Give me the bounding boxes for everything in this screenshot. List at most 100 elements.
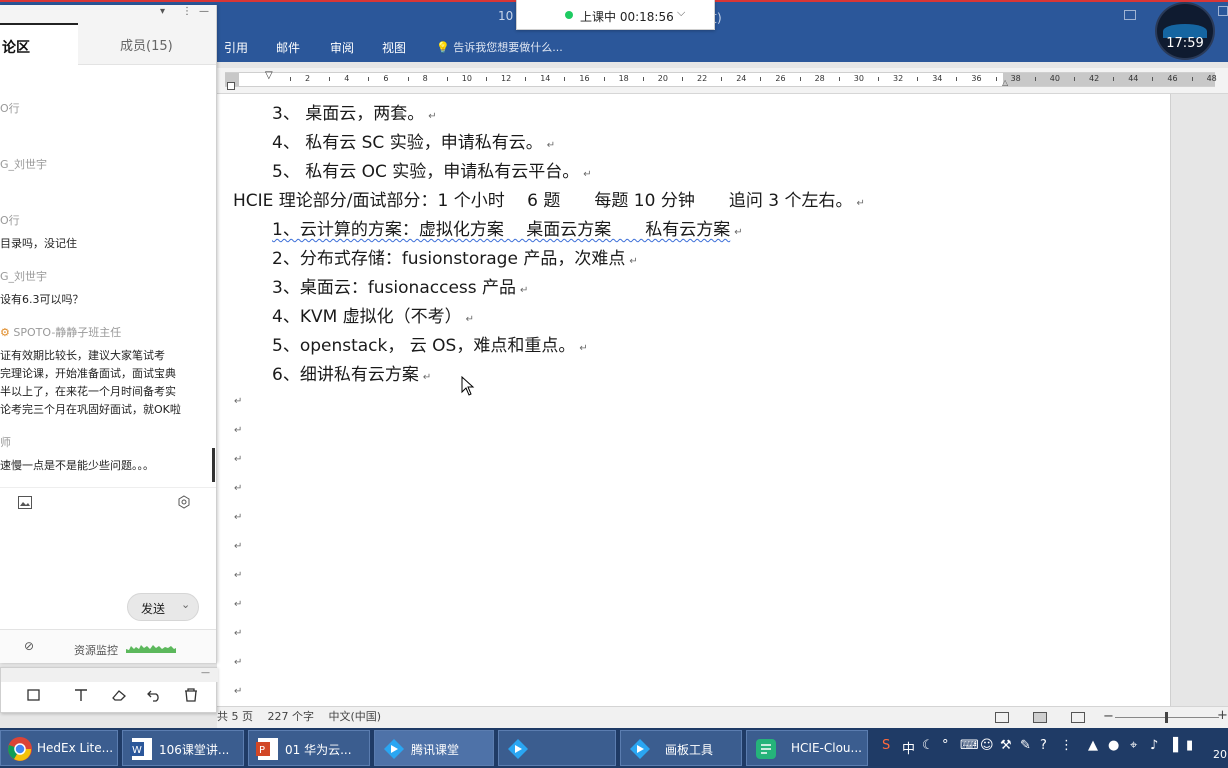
punctuation-icon[interactable]: ° <box>942 738 949 753</box>
resource-monitor-label[interactable]: 资源监控 <box>74 642 118 658</box>
ruler-number: 20 <box>657 74 668 83</box>
ruler-number: 42 <box>1089 74 1100 83</box>
ruler-tick <box>1074 77 1075 81</box>
text-tool-icon[interactable] <box>73 688 89 702</box>
ruler-tick <box>525 77 527 81</box>
settings-icon[interactable] <box>177 495 191 509</box>
ruler-number: 24 <box>736 74 747 83</box>
print-layout-icon[interactable] <box>1033 712 1047 723</box>
left-indent-marker[interactable] <box>227 82 235 90</box>
horizontal-ruler[interactable]: 2 4 6 8 10 12 14 16 18 20 22 24 26 28 30 32 34 36 38 40 42 44… <box>217 68 1228 94</box>
keyboard-icon[interactable]: ⌨ <box>960 738 979 753</box>
tencent-class-icon <box>508 739 528 759</box>
undo-icon[interactable] <box>146 688 162 702</box>
window-restore-icon[interactable] <box>1218 6 1228 16</box>
ruler-tick <box>642 77 644 81</box>
ruler-number: 36 <box>971 74 982 83</box>
status-bar: 共 5 页 227 个字 中文(中国) − + <box>217 706 1228 728</box>
zoom-in-button[interactable]: + <box>1217 708 1228 723</box>
zoom-out-button[interactable]: − <box>1103 709 1114 724</box>
lightbulb-icon: 💡 <box>436 41 450 54</box>
ruler-number: 4 <box>344 74 350 83</box>
taskbar-item-word[interactable]: W 106课堂讲... <box>122 730 244 766</box>
ruler-number: 30 <box>853 74 864 83</box>
web-layout-icon[interactable] <box>1071 712 1085 723</box>
message-sender: ⚙ SPOTO-静静子班主任 <box>0 326 122 339</box>
rectangle-tool-icon[interactable] <box>27 688 43 702</box>
ruler-number: 22 <box>697 74 708 83</box>
tab-references[interactable]: 引用 <box>224 39 248 56</box>
ruler-number: 44 <box>1128 74 1139 83</box>
paragraph-mark: ↵ <box>234 454 243 465</box>
clock-badge: 17:59 <box>1155 2 1215 60</box>
qq-icon[interactable]: ● <box>1108 738 1119 753</box>
ruler-number: 46 <box>1167 74 1178 83</box>
read-mode-icon[interactable] <box>995 712 1009 723</box>
sogou-ime-icon[interactable]: S <box>882 738 890 753</box>
ruler-tick <box>1152 77 1154 81</box>
mic-off-icon[interactable]: ⊘ <box>24 639 34 653</box>
ruler-number: 6 <box>383 74 389 83</box>
tab-view[interactable]: 视图 <box>382 39 406 56</box>
send-button[interactable]: 发送 ⌄ <box>127 593 199 621</box>
ruler-tick <box>838 77 840 81</box>
doc-line: 2、分布式存储：fusionstorage 产品，次难点 ↵ <box>272 249 638 269</box>
right-indent-marker[interactable]: △ <box>1002 78 1008 87</box>
tab-members[interactable]: 成员(15) <box>120 35 173 54</box>
minimize-icon[interactable]: — <box>199 6 209 17</box>
tencent-class-icon <box>384 739 404 759</box>
moon-icon[interactable]: ☾ <box>922 738 934 753</box>
minimize-icon[interactable]: — <box>201 668 210 678</box>
message-scrollbar[interactable] <box>212 448 215 482</box>
taskbar-item-powerpoint[interactable]: P 01 华为云... <box>248 730 370 766</box>
volume-icon[interactable]: ♪ <box>1150 738 1158 753</box>
edit-icon[interactable]: ✎ <box>1020 738 1031 753</box>
taskbar-item-hedex[interactable]: HedEx Lite... <box>0 730 118 766</box>
show-hidden-icons[interactable]: ▲ <box>1088 738 1098 753</box>
tab-mailings[interactable]: 邮件 <box>276 39 300 56</box>
document-page[interactable]: 3、 桌面云，两套。 ↵ 4、 私有云 SC 实验，申请私有云。 ↵ 5、 私有云 … <box>217 94 1171 706</box>
ribbon-display-options-icon[interactable] <box>1124 10 1136 20</box>
eraser-icon[interactable] <box>111 688 127 702</box>
network-icon[interactable]: ⌖ <box>1130 738 1137 753</box>
document-stats: 共 5 页 227 个字 中文(中国) <box>217 710 382 723</box>
doc-line: 4、KVM 虚拟化（不考） ↵ <box>272 307 475 327</box>
vertical-scroll-area[interactable] <box>1172 94 1228 706</box>
signal-icon[interactable]: ▐ <box>1168 738 1178 753</box>
more-icon[interactable]: ⋮ <box>182 6 192 17</box>
pin-icon[interactable]: ▾ <box>160 6 165 17</box>
image-icon[interactable] <box>18 496 32 509</box>
zoom-slider-thumb[interactable] <box>1165 712 1168 723</box>
ruler-tick <box>1034 77 1036 81</box>
taskbar-item-whiteboard[interactable]: 画板工具 <box>620 730 742 766</box>
clock-date-fragment[interactable]: 20 <box>1213 748 1227 761</box>
wrench-icon[interactable]: ⚒ <box>1000 738 1012 753</box>
panel-footer: ⊘ 资源监控 <box>0 629 216 663</box>
chevron-down-icon[interactable]: ⌵ <box>677 6 685 20</box>
clock-time: 17:59 <box>1166 36 1204 51</box>
taskbar-item-tencent-class-2[interactable] <box>498 730 616 766</box>
battery-icon[interactable]: ▮ <box>1186 738 1193 753</box>
ruler-tick <box>682 77 683 81</box>
chat-input-toolbar <box>0 487 216 517</box>
class-recording-status[interactable]: 上课中 00:18:56 ⌵ <box>516 0 715 30</box>
doc-line: 5、 私有云 OC 实验，申请私有云平台。 ↵ <box>272 162 592 182</box>
ruler-tick <box>407 77 409 81</box>
paragraph-mark: ↵ <box>234 657 243 668</box>
first-line-indent-marker[interactable]: ▽ <box>265 70 273 81</box>
more-icon[interactable]: ⋮ <box>1060 738 1073 753</box>
tell-me-search[interactable]: 💡 告诉我您想要做什么... <box>436 39 563 55</box>
user-icon[interactable]: ☺ <box>980 738 994 753</box>
message-text: 半以上了，在来花一个月时间备考实 <box>0 385 176 398</box>
chevron-down-icon[interactable]: ⌄ <box>181 598 190 611</box>
paragraph-mark: ↵ <box>234 512 243 523</box>
taskbar-item-hcie-doc[interactable]: HCIE-Clou... <box>746 730 868 766</box>
taskbar-item-tencent-class[interactable]: 腾讯课堂 <box>374 730 494 766</box>
message-sender: O行 <box>0 102 20 115</box>
tab-discussion[interactable]: 论区 <box>0 23 78 65</box>
ime-language-label[interactable]: 中 <box>902 738 915 757</box>
trash-icon[interactable] <box>183 688 199 702</box>
help-icon[interactable]: ? <box>1040 738 1047 753</box>
tab-review[interactable]: 审阅 <box>330 39 354 56</box>
paragraph-mark: ↵ <box>234 628 243 639</box>
